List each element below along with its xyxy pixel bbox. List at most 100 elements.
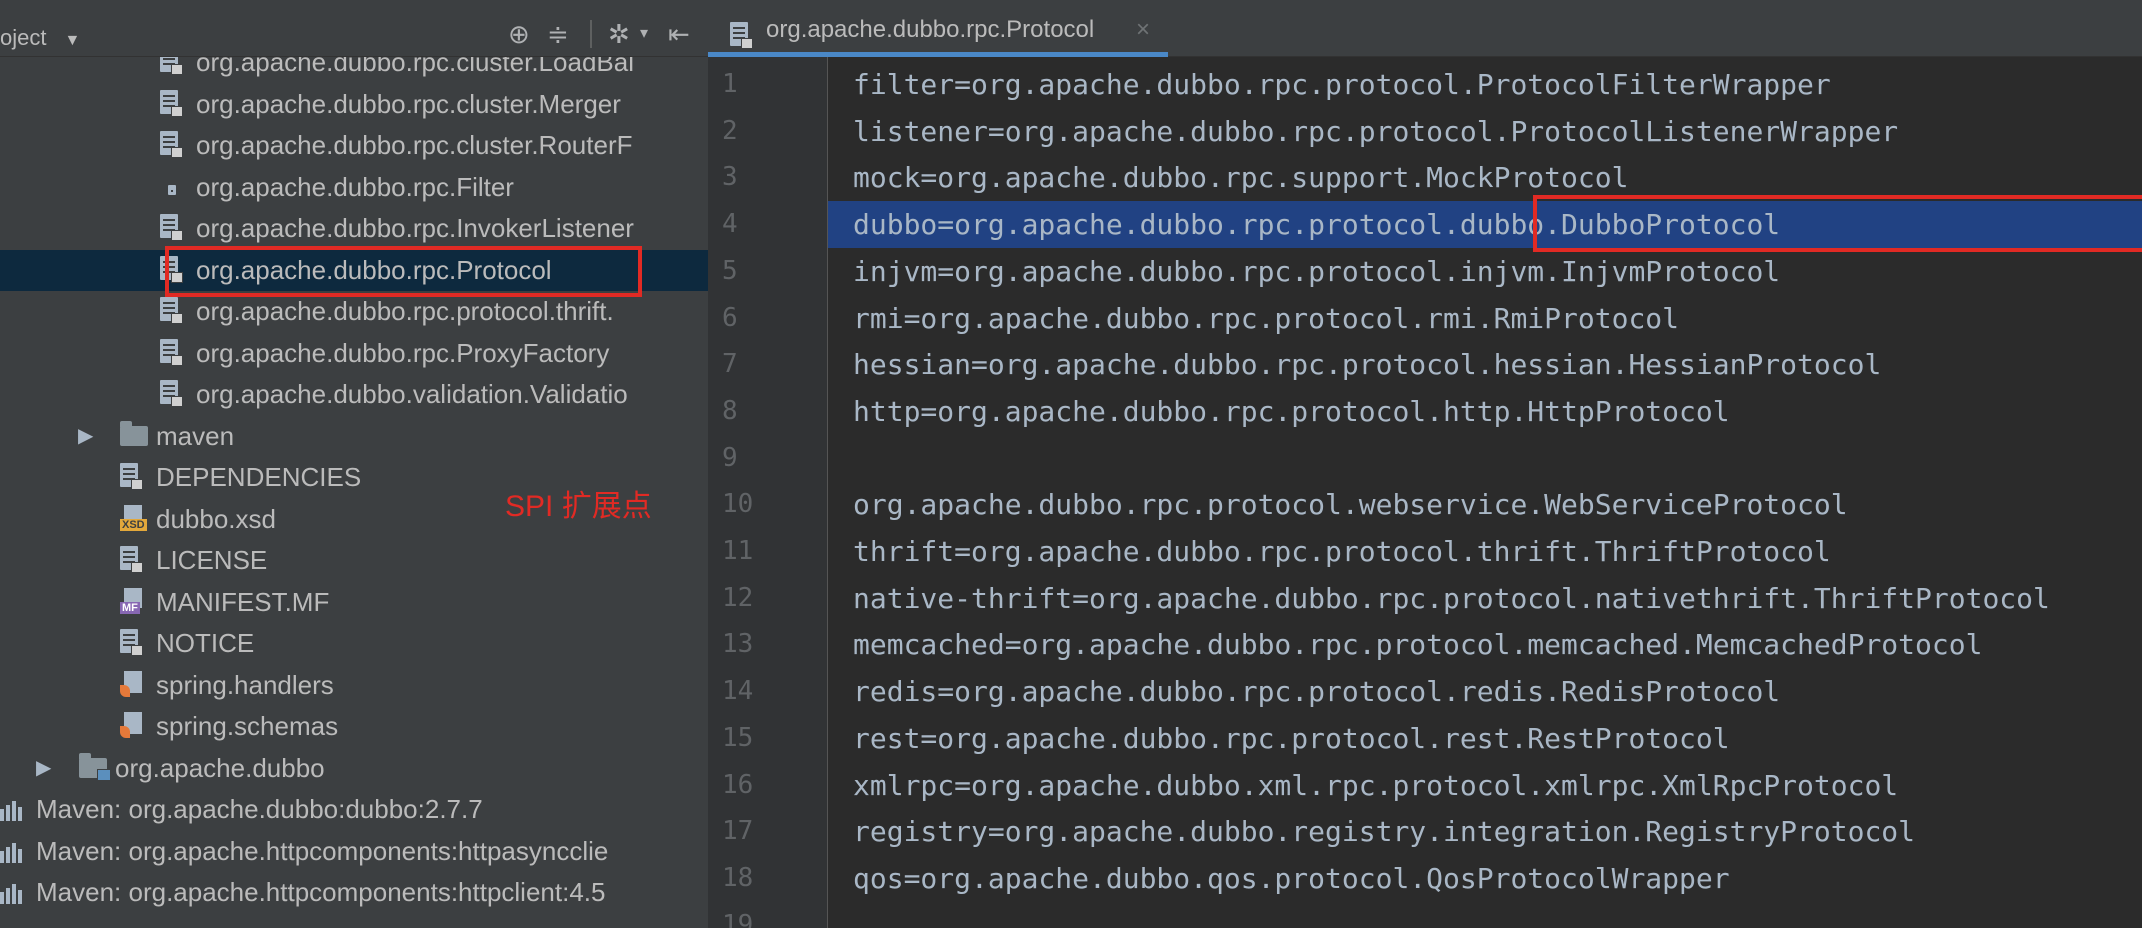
code-line[interactable]: qos=org.apache.dubbo.qos.protocol.QosPro…: [853, 855, 1730, 902]
gutter-divider: [827, 57, 828, 928]
code-line[interactable]: filter=org.apache.dubbo.rpc.protocol.Pro…: [853, 61, 1831, 108]
scroll-from-source-icon[interactable]: ⊕: [508, 20, 530, 48]
annotation-box-dubbo-line: [1533, 195, 2142, 252]
code-line[interactable]: xmlrpc=org.apache.dubbo.xml.rpc.protocol…: [853, 762, 1898, 809]
tree-item-label: Maven: org.apache.dubbo:dubbo:2.7.7: [36, 794, 483, 824]
line-number: 13: [722, 629, 754, 660]
line-number: 7: [722, 349, 738, 380]
library-icon: [0, 795, 24, 823]
project-view-label: oject: [0, 25, 47, 50]
properties-file-icon: [160, 338, 184, 367]
tree-item[interactable]: LICENSE: [0, 540, 708, 581]
tree-item[interactable]: ▶ maven: [0, 416, 708, 457]
line-number-gutter: 1 2 3 4 5 6 7 8 9 10 11 12 13 14 15 16 17 18 19: [708, 57, 828, 928]
text-file-icon: [120, 463, 144, 491]
tree-item-label: maven: [156, 420, 235, 451]
line-number: 2: [722, 115, 738, 146]
tree-item[interactable]: org.apache.dubbo.rpc.protocol.thrift.: [0, 291, 708, 332]
library-icon: [0, 878, 24, 906]
tree-item-label: org.apache.dubbo: [115, 752, 325, 783]
tree-item[interactable]: org.apache.dubbo.rpc.ProxyFactory: [0, 333, 708, 374]
locked-file-icon: [160, 173, 184, 201]
spring-file-icon: [120, 670, 144, 699]
code-line[interactable]: http=org.apache.dubbo.rpc.protocol.http.…: [853, 388, 1730, 435]
code-line[interactable]: rmi=org.apache.dubbo.rpc.protocol.rmi.Rm…: [853, 295, 1679, 342]
tree-item-label: LICENSE: [156, 545, 268, 575]
tree-item[interactable]: MF MANIFEST.MF: [0, 582, 708, 623]
tree-item-label: spring.schemas: [156, 711, 339, 741]
hide-panel-icon[interactable]: ⇤: [668, 20, 690, 48]
code-line[interactable]: redis=org.apache.dubbo.rpc.protocol.redi…: [853, 668, 1780, 715]
code-editor: org.apache.dubbo.rpc.Protocol × 12345678…: [708, 0, 2142, 928]
line-number: 16: [722, 769, 754, 800]
spring-file-icon: [120, 712, 144, 740]
properties-file-icon: [160, 380, 184, 408]
tree-item-label: org.apache.dubbo.validation.Validatio: [196, 379, 628, 409]
code-line[interactable]: hessian=org.apache.dubbo.rpc.protocol.he…: [853, 341, 1881, 388]
line-number: 4: [722, 209, 738, 240]
tree-item-label: Maven: org.apache.httpcomponents:httpcli…: [36, 877, 606, 907]
tree-item[interactable]: Maven: org.apache.dubbo:dubbo:2.7.7: [0, 789, 708, 830]
tree-item[interactable]: org.apache.dubbo.rpc.cluster.Merger: [0, 84, 708, 125]
properties-file-icon: [730, 22, 753, 49]
line-number: 9: [722, 442, 738, 473]
code-line[interactable]: mock=org.apache.dubbo.rpc.support.MockPr…: [853, 154, 1628, 201]
tree-item[interactable]: org.apache.dubbo.rpc.Filter: [0, 167, 708, 208]
tree-item-label: dubbo.xsd: [156, 503, 276, 534]
properties-file-icon: [160, 131, 184, 159]
code-line[interactable]: memcached=org.apache.dubbo.rpc.protocol.…: [853, 621, 1982, 668]
line-number: 17: [722, 816, 754, 847]
code-line[interactable]: native-thrift=org.apache.dubbo.rpc.proto…: [853, 575, 2050, 622]
text-file-icon: [120, 546, 144, 574]
project-tool-window: org.apache.dubbo.rpc.cluster.LoadBal org.…: [0, 0, 708, 928]
line-number: 15: [722, 722, 754, 753]
tree-item-label: org.apache.dubbo.rpc.InvokerListener: [196, 213, 634, 243]
code-line[interactable]: registry=org.apache.dubbo.registry.integ…: [853, 808, 1915, 855]
text-file-icon: [120, 629, 144, 657]
library-icon: [0, 837, 24, 865]
chevron-down-icon[interactable]: ▾: [640, 20, 648, 48]
close-icon[interactable]: ×: [1136, 8, 1150, 52]
line-number: 19: [722, 909, 754, 928]
tree-item[interactable]: Maven: org.apache.httpcomponents:httpasy…: [0, 831, 708, 872]
line-number: 10: [722, 489, 754, 520]
chevron-down-icon: ▼: [64, 32, 81, 49]
spi-annotation-label: SPI 扩展点: [505, 490, 652, 523]
tree-item[interactable]: org.apache.dubbo.rpc.InvokerListener: [0, 208, 708, 249]
expand-arrow-icon[interactable]: ▶: [36, 748, 51, 789]
tab-org-apache-dubbo-rpc-protocol[interactable]: org.apache.dubbo.rpc.Protocol ×: [708, 8, 1168, 57]
tree-item-label: MANIFEST.MF: [156, 586, 330, 617]
manifest-file-icon: MF: [120, 587, 144, 616]
tree-item-label: spring.handlers: [156, 669, 334, 700]
code-line[interactable]: org.apache.dubbo.rpc.protocol.webservice…: [853, 481, 1848, 528]
tree-item[interactable]: spring.handlers: [0, 665, 708, 706]
tree-item-label: org.apache.dubbo.rpc.cluster.Merger: [196, 88, 621, 119]
expand-arrow-icon[interactable]: ▶: [78, 416, 93, 457]
tree-item-label: org.apache.dubbo.rpc.ProxyFactory: [196, 337, 610, 368]
gear-icon[interactable]: ✲: [608, 20, 630, 48]
tree-item-label: org.apache.dubbo.rpc.protocol.thrift.: [196, 296, 614, 326]
properties-file-icon: [160, 297, 184, 325]
line-number: 6: [722, 302, 738, 333]
line-number: 3: [722, 162, 738, 193]
tree-item[interactable]: Maven: org.apache.httpcomponents:httpcli…: [0, 872, 708, 913]
folder-icon: [120, 420, 148, 450]
line-number: 12: [722, 582, 754, 613]
code-line[interactable]: injvm=org.apache.dubbo.rpc.protocol.injv…: [853, 248, 1780, 295]
collapse-all-icon[interactable]: ≑: [547, 20, 569, 48]
tree-item[interactable]: ▶ org.apache.dubbo: [0, 748, 708, 789]
tree-item[interactable]: NOTICE: [0, 623, 708, 664]
package-folder-icon: [79, 752, 111, 782]
code-line[interactable]: thrift=org.apache.dubbo.rpc.protocol.thr…: [853, 528, 1831, 575]
line-number: 18: [722, 862, 754, 893]
tree-item-label: NOTICE: [156, 628, 255, 658]
tree-item[interactable]: spring.schemas: [0, 706, 708, 747]
code-line[interactable]: listener=org.apache.dubbo.rpc.protocol.P…: [853, 108, 1898, 155]
line-number: 1: [722, 69, 738, 99]
properties-file-icon: [160, 214, 184, 242]
tab-label: org.apache.dubbo.rpc.Protocol: [766, 16, 1095, 43]
code-line[interactable]: rest=org.apache.dubbo.rpc.protocol.rest.…: [853, 715, 1730, 762]
tree-item[interactable]: org.apache.dubbo.validation.Validatio: [0, 374, 708, 415]
project-view-selector[interactable]: oject ▼: [0, 0, 80, 57]
tree-item[interactable]: org.apache.dubbo.rpc.cluster.RouterF: [0, 125, 708, 166]
